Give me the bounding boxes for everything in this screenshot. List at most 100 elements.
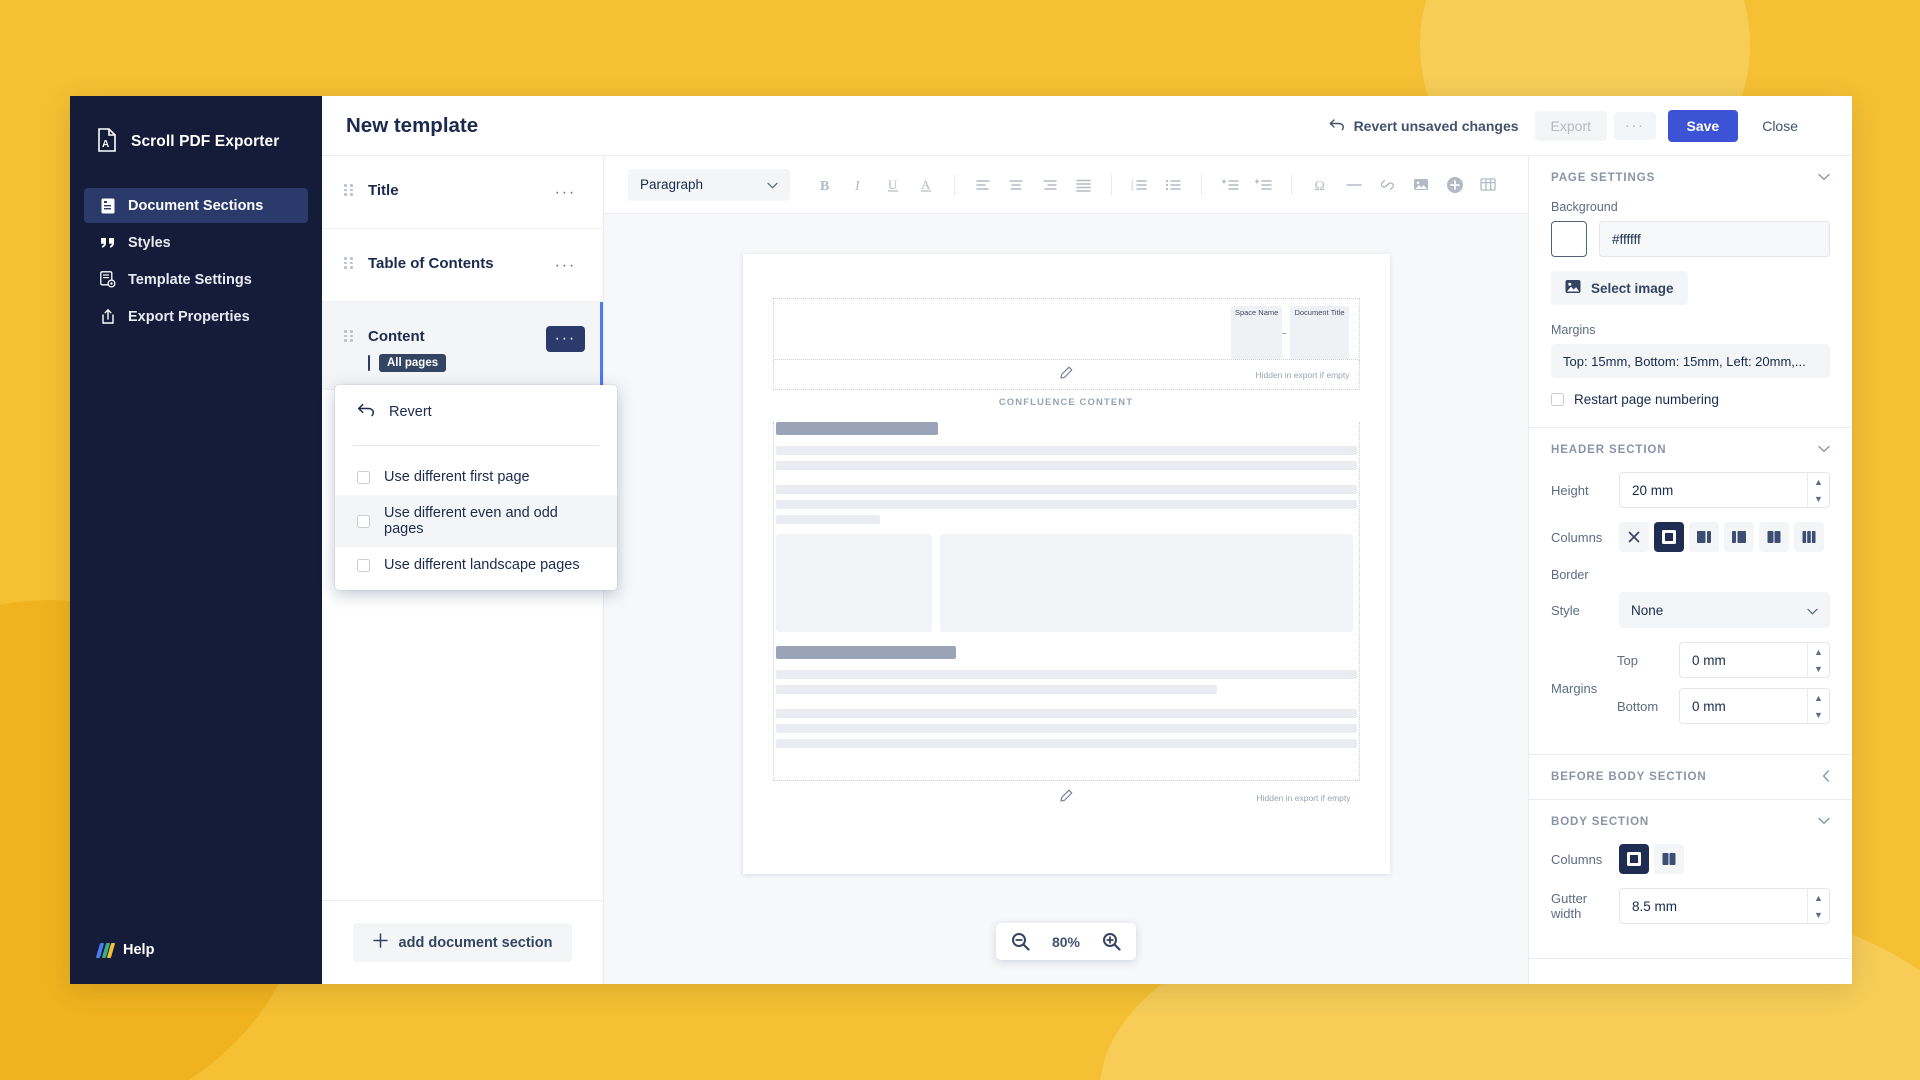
columns-two-equal-icon[interactable] bbox=[1654, 844, 1684, 874]
margin-bottom-stepper[interactable]: 0 mm ▲ ▼ bbox=[1679, 688, 1830, 724]
body-section-header[interactable]: BODY SECTION bbox=[1551, 800, 1830, 844]
zoom-level: 80% bbox=[1051, 933, 1081, 950]
chevron-down-icon[interactable] bbox=[1818, 172, 1830, 184]
preview-header-zone[interactable]: Space Name – Document Title bbox=[772, 298, 1360, 360]
columns-none-icon[interactable] bbox=[1619, 522, 1649, 552]
columns-narrow-wide-icon[interactable] bbox=[1724, 522, 1754, 552]
drag-handle-icon[interactable] bbox=[344, 330, 354, 344]
italic-icon[interactable]: I bbox=[843, 169, 875, 201]
indent-increase-icon[interactable] bbox=[1214, 169, 1246, 201]
zoom-out-icon[interactable] bbox=[1011, 932, 1030, 951]
chevron-left-icon[interactable] bbox=[1822, 769, 1830, 785]
preview-before-body-zone[interactable]: Hidden in export if empty bbox=[772, 360, 1360, 390]
margin-top-stepper[interactable]: 0 mm ▲ ▼ bbox=[1679, 642, 1830, 678]
gutter-width-value[interactable]: 8.5 mm bbox=[1620, 899, 1807, 914]
menu-checkbox[interactable] bbox=[357, 558, 370, 572]
header-section-header[interactable]: HEADER SECTION bbox=[1551, 428, 1830, 472]
close-button[interactable]: Close bbox=[1750, 110, 1810, 142]
settings-panel: PAGE SETTINGS Background #ffffff Select … bbox=[1528, 156, 1852, 984]
stepper-down-icon[interactable]: ▼ bbox=[1808, 906, 1829, 923]
columns-wide-narrow-icon[interactable] bbox=[1689, 522, 1719, 552]
preview-page[interactable]: Space Name – Document Title Hidden in ex… bbox=[742, 254, 1390, 874]
menu-item-use-different-first-page[interactable]: Use different first page bbox=[335, 459, 617, 495]
menu-item-revert[interactable]: Revert bbox=[335, 393, 617, 431]
stepper-up-icon[interactable]: ▲ bbox=[1808, 473, 1829, 490]
text-color-icon[interactable]: A bbox=[910, 169, 942, 201]
stepper-down-icon[interactable]: ▼ bbox=[1808, 660, 1829, 677]
horizontal-rule-icon[interactable] bbox=[1338, 169, 1370, 201]
align-center-icon[interactable] bbox=[1000, 169, 1032, 201]
sidebar-item-template-settings[interactable]: Template Settings bbox=[84, 262, 308, 297]
background-color-input[interactable]: #ffffff bbox=[1599, 221, 1830, 257]
stepper-down-icon[interactable]: ▼ bbox=[1808, 490, 1829, 507]
section-row-title[interactable]: Title ··· bbox=[322, 156, 603, 229]
pencil-icon[interactable] bbox=[1059, 789, 1073, 807]
columns-one-icon[interactable] bbox=[1619, 844, 1649, 874]
stepper-up-icon[interactable]: ▲ bbox=[1808, 889, 1829, 906]
gutter-width-stepper[interactable]: 8.5 mm ▲ ▼ bbox=[1619, 888, 1830, 924]
sidebar-item-export-properties[interactable]: Export Properties bbox=[84, 299, 308, 334]
align-justify-icon[interactable] bbox=[1068, 169, 1100, 201]
before-body-section-header[interactable]: BEFORE BODY SECTION bbox=[1551, 755, 1830, 799]
toolbar-divider bbox=[1201, 174, 1203, 195]
stepper-up-icon[interactable]: ▲ bbox=[1808, 643, 1829, 660]
preview-footer-zone[interactable]: Hidden in export if empty bbox=[772, 780, 1360, 814]
menu-checkbox[interactable] bbox=[357, 514, 370, 528]
border-style-select[interactable]: None bbox=[1619, 592, 1830, 628]
section-variant-badge[interactable]: All pages bbox=[379, 354, 447, 372]
help-button[interactable]: Help bbox=[70, 942, 322, 984]
stepper-up-icon[interactable]: ▲ bbox=[1808, 689, 1829, 706]
align-right-icon[interactable] bbox=[1034, 169, 1066, 201]
restart-page-numbering-checkbox[interactable] bbox=[1551, 393, 1564, 406]
header-height-value[interactable]: 20 mm bbox=[1620, 483, 1807, 498]
ordered-list-icon[interactable]: 123 bbox=[1124, 169, 1156, 201]
insert-icon[interactable] bbox=[1439, 169, 1471, 201]
save-button[interactable]: Save bbox=[1667, 109, 1739, 142]
restart-page-numbering-row[interactable]: Restart page numbering bbox=[1551, 392, 1830, 407]
bold-icon[interactable]: B bbox=[810, 169, 842, 201]
indent-decrease-icon[interactable] bbox=[1248, 169, 1280, 201]
stepper-down-icon[interactable]: ▼ bbox=[1808, 706, 1829, 723]
drag-handle-icon[interactable] bbox=[344, 184, 354, 198]
margin-bottom-value[interactable]: 0 mm bbox=[1680, 699, 1807, 714]
section-menu-button[interactable]: ··· bbox=[546, 180, 585, 206]
select-image-button[interactable]: Select image bbox=[1551, 271, 1688, 305]
background-color-swatch[interactable] bbox=[1551, 221, 1587, 257]
columns-two-equal-icon[interactable] bbox=[1759, 522, 1789, 552]
columns-one-icon[interactable] bbox=[1654, 522, 1684, 552]
more-options-button[interactable]: ··· bbox=[1614, 111, 1656, 140]
menu-item-use-different-even-and-odd-pages[interactable]: Use different even and odd pages bbox=[335, 495, 617, 547]
restart-page-numbering-label: Restart page numbering bbox=[1574, 392, 1719, 407]
chevron-down-icon[interactable] bbox=[1818, 816, 1830, 828]
margins-value[interactable]: Top: 15mm, Bottom: 15mm, Left: 20mm,... bbox=[1551, 344, 1830, 378]
link-icon[interactable] bbox=[1372, 169, 1404, 201]
block-style-select[interactable]: Paragraph bbox=[628, 168, 790, 201]
special-character-icon[interactable]: Ω bbox=[1304, 169, 1336, 201]
bullet-list-icon[interactable] bbox=[1158, 169, 1190, 201]
header-margins-label: Margins bbox=[1551, 680, 1598, 696]
page-settings-header[interactable]: PAGE SETTINGS bbox=[1551, 156, 1830, 200]
add-document-section-button[interactable]: add document section bbox=[352, 923, 573, 962]
menu-checkbox[interactable] bbox=[357, 470, 370, 484]
section-row-table-of-contents[interactable]: Table of Contents ··· bbox=[322, 229, 603, 302]
preview-body-zone[interactable] bbox=[772, 422, 1360, 780]
columns-three-equal-icon[interactable] bbox=[1794, 522, 1824, 552]
section-menu-button[interactable]: ··· bbox=[546, 253, 585, 279]
menu-item-use-different-landscape-pages[interactable]: Use different landscape pages bbox=[335, 547, 617, 583]
header-height-stepper[interactable]: 20 mm ▲ ▼ bbox=[1619, 472, 1830, 508]
drag-handle-icon[interactable] bbox=[344, 257, 354, 271]
image-icon[interactable] bbox=[1405, 169, 1437, 201]
export-button[interactable]: Export bbox=[1534, 110, 1607, 141]
underline-icon[interactable]: U bbox=[877, 169, 909, 201]
sidebar-item-styles[interactable]: Styles bbox=[84, 225, 308, 260]
table-icon[interactable] bbox=[1472, 169, 1504, 201]
section-menu-button-content[interactable]: ··· bbox=[545, 326, 585, 352]
zoom-in-icon[interactable] bbox=[1102, 932, 1121, 951]
margin-top-value[interactable]: 0 mm bbox=[1680, 653, 1807, 668]
chevron-down-icon[interactable] bbox=[1818, 444, 1830, 456]
align-left-icon[interactable] bbox=[967, 169, 999, 201]
revert-unsaved-changes-button[interactable]: Revert unsaved changes bbox=[1317, 111, 1531, 141]
pencil-icon[interactable] bbox=[1059, 366, 1073, 384]
sidebar-item-document-sections[interactable]: Document Sections bbox=[84, 188, 308, 223]
section-row-content[interactable]: Content All pages ··· bbox=[322, 302, 603, 390]
